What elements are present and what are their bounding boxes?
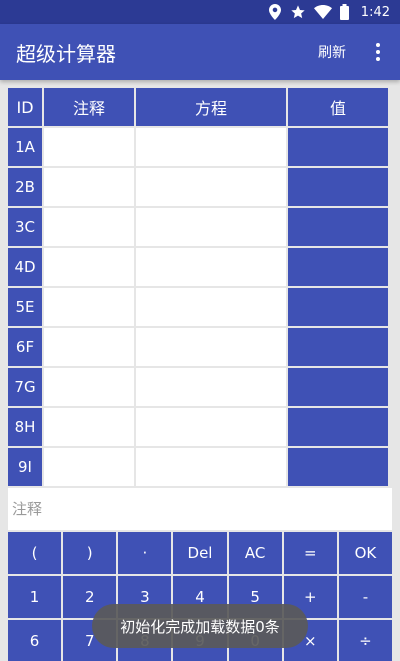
equation-cell[interactable] — [136, 128, 286, 166]
note-cell[interactable] — [44, 328, 134, 366]
note-cell[interactable] — [44, 448, 134, 486]
equation-cell[interactable] — [136, 248, 286, 286]
row-id: 2B — [8, 168, 42, 206]
app-title: 超级计算器 — [16, 41, 116, 66]
equation-cell[interactable] — [136, 408, 286, 446]
equation-cell[interactable] — [136, 288, 286, 326]
header-equation: 方程 — [136, 88, 286, 126]
wifi-icon — [313, 5, 332, 19]
note-cell[interactable] — [44, 208, 134, 246]
row-id: 5E — [8, 288, 42, 326]
value-cell — [288, 248, 388, 286]
row-id: 7G — [8, 368, 42, 406]
equation-cell[interactable] — [136, 208, 286, 246]
key-all-clear[interactable]: AC — [228, 532, 282, 574]
key-open-paren[interactable]: ( — [8, 532, 62, 574]
row-id: 9I — [8, 448, 42, 486]
status-time: 1:42 — [360, 4, 390, 20]
key-divide[interactable]: ÷ — [338, 620, 392, 661]
note-cell[interactable] — [44, 368, 134, 406]
location-icon — [268, 4, 282, 20]
note-cell[interactable] — [44, 128, 134, 166]
key-decimal-point[interactable]: · — [118, 532, 172, 574]
equation-cell[interactable] — [136, 368, 286, 406]
value-cell — [288, 288, 388, 326]
header-id: ID — [8, 88, 42, 126]
key-delete[interactable]: Del — [173, 532, 227, 574]
value-cell — [288, 128, 388, 166]
toast-message: 初始化完成加载数据0条 — [92, 604, 308, 648]
header-value: 值 — [288, 88, 388, 126]
equation-cell[interactable] — [136, 168, 286, 206]
row-id: 1A — [8, 128, 42, 166]
star-icon — [290, 4, 306, 20]
value-cell — [288, 328, 388, 366]
row-id: 6F — [8, 328, 42, 366]
refresh-button[interactable]: 刷新 — [318, 42, 346, 62]
key-1[interactable]: 1 — [8, 576, 62, 618]
key-equals[interactable]: = — [283, 532, 337, 574]
key-ok[interactable]: OK — [338, 532, 392, 574]
equation-cell[interactable] — [136, 448, 286, 486]
note-cell[interactable] — [44, 408, 134, 446]
row-id: 4D — [8, 248, 42, 286]
row-id: 3C — [8, 208, 42, 246]
note-cell[interactable] — [44, 248, 134, 286]
value-cell — [288, 448, 388, 486]
header-note: 注释 — [44, 88, 134, 126]
value-cell — [288, 408, 388, 446]
note-cell[interactable] — [44, 168, 134, 206]
value-cell — [288, 368, 388, 406]
equation-cell[interactable] — [136, 328, 286, 366]
row-id: 8H — [8, 408, 42, 446]
value-cell — [288, 168, 388, 206]
key-6[interactable]: 6 — [8, 620, 62, 661]
battery-icon — [339, 4, 349, 20]
status-bar: 1:42 — [0, 0, 400, 24]
note-cell[interactable] — [44, 288, 134, 326]
key-close-paren[interactable]: ) — [63, 532, 117, 574]
key-minus[interactable]: - — [338, 576, 392, 618]
value-cell — [288, 208, 388, 246]
note-input[interactable] — [8, 488, 392, 530]
equation-table: ID 注释 方程 值 1A 2B 3C 4D 5E 6F 7G 8H 9I — [8, 88, 392, 486]
more-vert-icon[interactable] — [366, 40, 390, 64]
app-bar: 超级计算器 刷新 — [0, 24, 400, 80]
